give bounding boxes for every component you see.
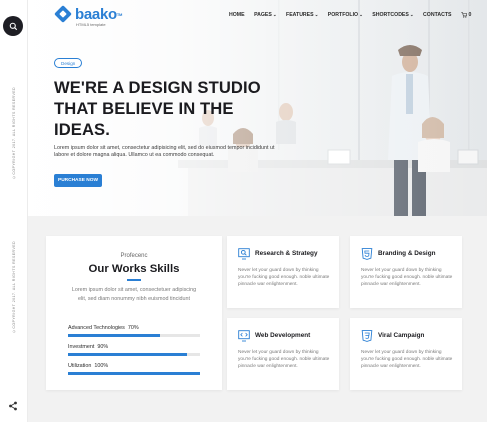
service-title: Web Development: [255, 332, 311, 339]
html5-icon: [361, 248, 373, 260]
monitor-code-icon: [238, 330, 250, 342]
nav-item-portfolio[interactable]: PORTFOLIO ⌄: [328, 12, 363, 18]
logo-tm: TM: [116, 11, 123, 17]
copyright-vertical-top: ©COPYRIGHT 2017. ALL RIGHTS RESERVED: [12, 86, 16, 180]
logo-wordmark: baakoTM: [75, 5, 123, 23]
page: ©COPYRIGHT 2017. ALL RIGHTS RESERVED ©CO…: [0, 0, 487, 422]
service-title: Branding & Design: [378, 250, 436, 257]
skill-bar-row: Advanced Technologies 70%: [68, 325, 200, 337]
cart-button[interactable]: 0: [461, 12, 471, 18]
skills-title: Our Works Skills: [88, 263, 180, 275]
skill-label-row: Utilization 100%: [68, 363, 200, 369]
skill-progress-fill: [68, 372, 200, 375]
nav-label: PAGES: [254, 12, 272, 18]
chevron-down-icon: ⌄: [409, 12, 414, 17]
nav-item-shortcodes[interactable]: SHORTCODES ⌄: [372, 12, 413, 18]
skill-percent: 100%: [94, 363, 109, 369]
cart-count: 0: [468, 12, 472, 18]
skills-kicker: Profecenc: [120, 253, 148, 259]
skills-divider: [127, 279, 141, 281]
service-card-viral-campaign[interactable]: Viral Campaign Never let your guard down…: [350, 318, 462, 390]
skill-bar-row: Utilization 100%: [68, 363, 200, 375]
service-text: Never let your guard down by thinking yo…: [361, 268, 453, 288]
service-text: Never let your guard down by thinking yo…: [361, 350, 453, 370]
nav-label: PORTFOLIO: [327, 12, 359, 18]
search-button[interactable]: [3, 16, 23, 36]
css3-icon: [361, 330, 373, 342]
nav-item-home[interactable]: HOME: [229, 12, 245, 18]
nav-label: FEATURES: [286, 12, 314, 18]
service-text: Never let your guard down by thinking yo…: [238, 268, 330, 288]
copyright-vertical-bottom: ©COPYRIGHT 2017. ALL RIGHTS RESERVED: [12, 240, 16, 334]
service-title: Research & Strategy: [255, 250, 318, 257]
skill-label-row: Investment 90%: [68, 344, 200, 350]
left-rail: ©COPYRIGHT 2017. ALL RIGHTS RESERVED ©CO…: [0, 0, 28, 422]
service-text: Never let your guard down by thinking yo…: [238, 350, 330, 370]
purchase-now-button[interactable]: PURCHASE NOW: [54, 174, 102, 187]
chevron-down-icon: ⌄: [359, 12, 363, 17]
skill-label: Investment: [68, 344, 95, 350]
share-icon[interactable]: [8, 401, 18, 411]
logo-mark-icon: [54, 5, 72, 23]
hero-badge[interactable]: Design: [54, 58, 83, 68]
skill-progress-fill: [68, 334, 161, 337]
hero-text: Lorem ipsum dolor sit amet, consectetur …: [54, 145, 275, 159]
skill-label: Utilization: [68, 363, 92, 369]
chevron-down-icon: ⌄: [272, 12, 277, 17]
skill-progress-track: [68, 372, 200, 375]
service-title: Viral Campaign: [378, 332, 425, 339]
main-nav: HOME PAGES ⌄ FEATURES ⌄ PORTFOLIO ⌄ SHORTCO…: [229, 12, 471, 18]
service-card-branding[interactable]: Branding & Design Never let your guard d…: [350, 236, 462, 308]
search-icon: [9, 22, 17, 30]
skill-progress-track: [68, 353, 200, 356]
cart-icon: [461, 12, 467, 18]
service-card-research[interactable]: Research & Strategy Never let your guard…: [227, 236, 339, 308]
skill-percent: 70%: [127, 325, 139, 331]
search-screen-icon: [238, 248, 250, 260]
skill-bar-row: Investment 90%: [68, 344, 200, 356]
chevron-down-icon: ⌄: [314, 12, 319, 17]
logo-name: baako: [75, 5, 117, 23]
nav-item-contacts[interactable]: CONTACTS: [423, 12, 451, 18]
skill-label-row: Advanced Technologies 70%: [68, 325, 200, 331]
brand-logo[interactable]: baakoTM HTML5 template: [54, 5, 123, 27]
nav-label: HOME: [229, 12, 245, 18]
nav-label: CONTACTS: [423, 12, 452, 18]
nav-label: SHORTCODES: [372, 12, 409, 18]
skill-progress-fill: [68, 353, 187, 356]
skill-percent: 90%: [97, 344, 109, 350]
service-card-web-development[interactable]: Web Development Never let your guard dow…: [227, 318, 339, 390]
skills-description: Lorem ipsum dolor sit amet, consectetuer…: [71, 287, 197, 302]
skills-card: Profecenc Our Works Skills Lorem ipsum d…: [46, 236, 222, 390]
skill-progress-track: [68, 334, 200, 337]
nav-item-features[interactable]: FEATURES ⌄: [286, 12, 318, 18]
hero-title: WE'RE A DESIGN STUDIO THAT BELIEVE IN TH…: [54, 78, 261, 139]
logo-tagline: HTML5 template: [76, 22, 106, 27]
skill-label: Advanced Technologies: [68, 325, 125, 331]
nav-item-pages[interactable]: PAGES ⌄: [254, 12, 276, 18]
